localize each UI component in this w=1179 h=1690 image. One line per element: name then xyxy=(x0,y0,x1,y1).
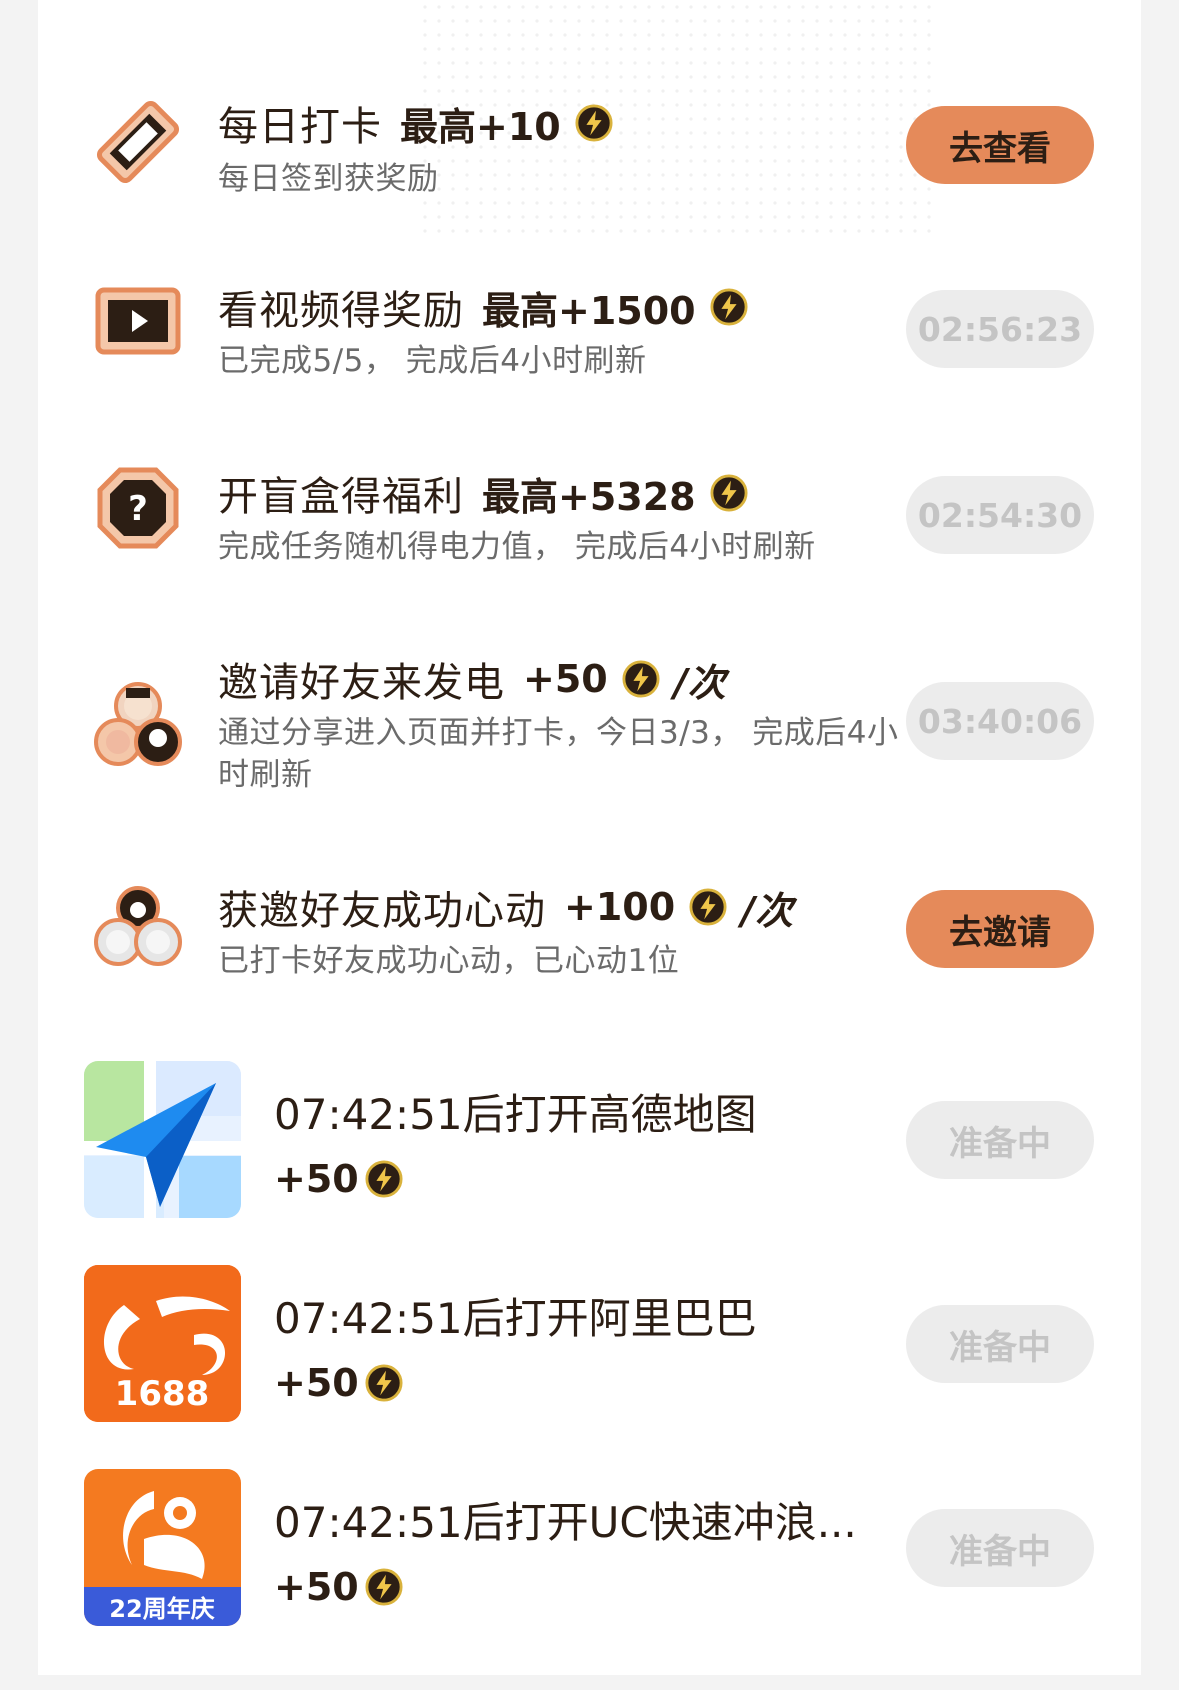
task-subtitle: 通过分享进入页面并打卡，今日3/3， 完成后4小时刷新 xyxy=(218,715,899,793)
task-subtitle: 每日签到获奖励 xyxy=(218,161,439,197)
app-reward-line: +50 xyxy=(274,1565,403,1609)
app-reward: +50 xyxy=(274,1157,359,1201)
preparing-button[interactable]: 准备中 xyxy=(906,1101,1094,1179)
task-row-daily-checkin: 每日打卡 最高+10 每日签到获奖励 去查看 xyxy=(38,86,1141,197)
invite-button[interactable]: 去邀请 xyxy=(906,890,1094,968)
app-reward-line: +50 xyxy=(274,1361,403,1405)
app-task-title: 07:42:51后打开高德地图 xyxy=(274,1090,757,1139)
lightning-bolt-icon xyxy=(622,660,660,698)
task-row-blind-box: ? 开盲盒得福利 最高+5328 完成任务随机得电力值， 完成后4小时刷新 02… xyxy=(38,458,1141,568)
lightning-bolt-icon xyxy=(710,474,748,512)
countdown-timer-button[interactable]: 02:54:30 xyxy=(906,476,1094,554)
app-task-title: 07:42:51后打开UC快速冲浪... xyxy=(274,1498,857,1547)
countdown-timer-button[interactable]: 03:40:06 xyxy=(906,682,1094,760)
uc-icon-label: 22周年庆 xyxy=(109,1595,214,1623)
app-row-amap: 07:42:51后打开高德地图 +50 准备中 xyxy=(38,1061,1141,1221)
alibaba-icon-label: 1688 xyxy=(115,1374,210,1414)
amap-app-icon[interactable] xyxy=(84,1061,241,1218)
task-title-line: 看视频得奖励 最高+1500 xyxy=(218,278,748,336)
per-time-label: /次 xyxy=(741,888,794,933)
task-subtitle: 已完成5/5， 完成后4小时刷新 xyxy=(218,343,647,379)
lightning-bolt-icon xyxy=(575,104,613,142)
lightning-bolt-icon xyxy=(710,288,748,326)
per-time-label: /次 xyxy=(673,660,726,705)
task-reward: +100 xyxy=(564,885,676,929)
task-title: 获邀好友成功心动 xyxy=(218,888,546,934)
app-reward: +50 xyxy=(274,1361,359,1405)
app-reward-line: +50 xyxy=(274,1157,403,1201)
friends-avatars-icon xyxy=(88,674,188,774)
ticket-icon xyxy=(88,92,188,192)
task-reward: 最高+1500 xyxy=(482,288,696,333)
task-title: 开盲盒得福利 xyxy=(218,474,464,520)
app-row-alibaba: 1688 07:42:51后打开阿里巴巴 +50 准备中 xyxy=(38,1265,1141,1425)
task-subtitle: 已打卡好友成功心动，已心动1位 xyxy=(218,943,680,979)
app-reward: +50 xyxy=(274,1565,359,1609)
countdown-timer-button[interactable]: 02:56:23 xyxy=(906,290,1094,368)
task-row-invite-friends: 邀请好友来发电 +50 /次 通过分享进入页面并打卡，今日3/3， 完成后4小时… xyxy=(38,644,1141,794)
task-title: 看视频得奖励 xyxy=(218,288,464,334)
preparing-button[interactable]: 准备中 xyxy=(906,1509,1094,1587)
task-title: 邀请好友来发电 xyxy=(218,660,505,706)
task-reward: 最高+5328 xyxy=(482,474,696,519)
video-play-icon xyxy=(88,272,188,372)
task-title: 每日打卡 xyxy=(218,104,382,150)
task-reward: 最高+10 xyxy=(400,104,561,149)
lightning-bolt-icon xyxy=(365,1568,403,1606)
task-title-line: 每日打卡 最高+10 xyxy=(218,94,613,152)
lightning-bolt-icon xyxy=(689,888,727,926)
lightning-bolt-icon xyxy=(365,1160,403,1198)
app-row-uc: 22周年庆 07:42:51后打开UC快速冲浪... +50 准备中 xyxy=(38,1469,1141,1629)
task-title-line: 邀请好友来发电 +50 /次 xyxy=(218,650,726,708)
task-row-invited-friends: 获邀好友成功心动 +100 /次 已打卡好友成功心动，已心动1位 去邀请 xyxy=(38,872,1141,982)
task-reward: +50 xyxy=(523,657,608,701)
lightning-bolt-icon xyxy=(365,1364,403,1402)
uc-browser-app-icon[interactable]: 22周年庆 xyxy=(84,1469,241,1626)
task-title-line: 开盲盒得福利 最高+5328 xyxy=(218,464,748,522)
task-subtitle: 完成任务随机得电力值， 完成后4小时刷新 xyxy=(218,529,816,565)
alibaba-1688-app-icon[interactable]: 1688 xyxy=(84,1265,241,1422)
task-row-watch-video: 看视频得奖励 最高+1500 已完成5/5， 完成后4小时刷新 02:56:23 xyxy=(38,272,1141,382)
mystery-box-icon: ? xyxy=(88,458,188,558)
app-task-title: 07:42:51后打开阿里巴巴 xyxy=(274,1294,757,1343)
task-list-card: 每日打卡 最高+10 每日签到获奖励 去查看 看视频得奖励 最高+1500 已完… xyxy=(38,0,1141,1675)
svg-text:?: ? xyxy=(128,489,148,529)
view-button[interactable]: 去查看 xyxy=(906,106,1094,184)
task-title-line: 获邀好友成功心动 +100 /次 xyxy=(218,878,793,936)
invited-friends-icon xyxy=(88,876,188,976)
preparing-button[interactable]: 准备中 xyxy=(906,1305,1094,1383)
